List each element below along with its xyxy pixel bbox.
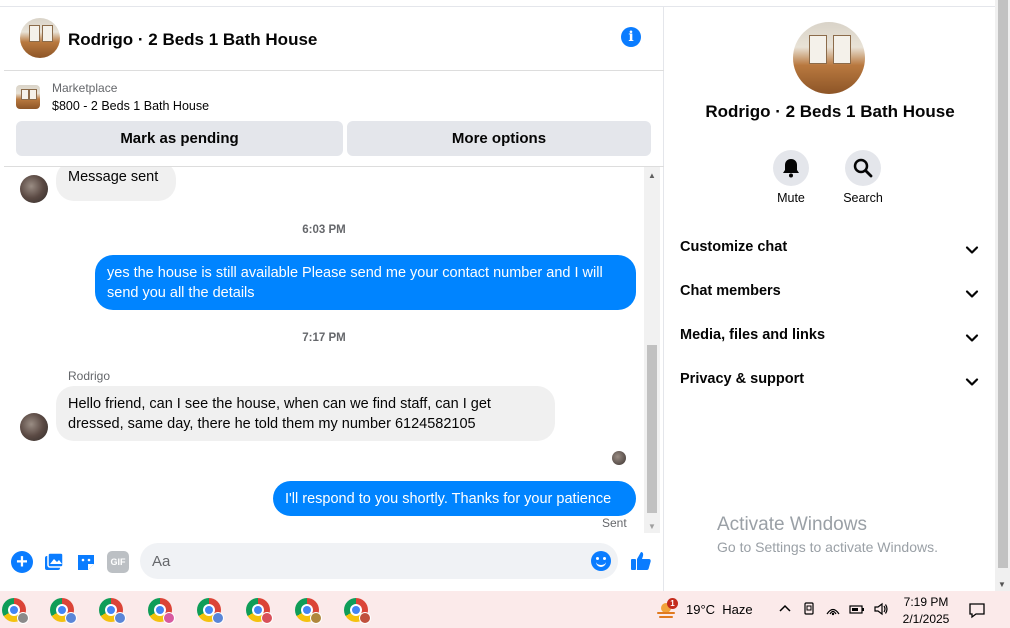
section-media-files-links[interactable]: Media, files and links xyxy=(680,327,980,351)
volume-icon[interactable] xyxy=(873,601,889,617)
profile-avatar[interactable] xyxy=(793,22,865,94)
sender-name: Rodrigo xyxy=(68,369,111,383)
message-list: Message sent 6:03 PM yes the house is st… xyxy=(4,167,644,533)
message-input[interactable] xyxy=(140,543,618,579)
window-scrollbar[interactable]: ▼ xyxy=(995,0,1010,591)
chrome-icon[interactable] xyxy=(295,598,322,624)
section-chat-members[interactable]: Chat members xyxy=(680,283,980,307)
scroll-down-icon[interactable]: ▼ xyxy=(998,580,1006,589)
chevron-up-icon[interactable] xyxy=(777,601,793,617)
gif-icon[interactable]: GIF xyxy=(107,551,129,573)
timestamp: 6:03 PM xyxy=(302,224,346,236)
system-clock[interactable]: 7:19 PM 2/1/2025 xyxy=(895,594,957,628)
section-customize-chat[interactable]: Customize chat xyxy=(680,239,980,263)
listing-avatar[interactable] xyxy=(20,18,60,58)
message-status: Sent xyxy=(602,516,627,530)
chrome-icon[interactable] xyxy=(99,598,126,624)
clock-time: 7:19 PM xyxy=(903,595,949,609)
chat-pane: Rodrigo · 2 Beds 1 Bath House i Marketpl… xyxy=(4,7,664,591)
chrome-icon[interactable] xyxy=(50,598,77,624)
search-label: Search xyxy=(843,191,883,205)
message-bubble-incoming: Hello friend, can I see the house, when … xyxy=(56,386,555,441)
mute-action[interactable]: Mute xyxy=(761,150,821,205)
chevron-down-icon xyxy=(965,290,979,298)
section-label: Media, files and links xyxy=(680,327,826,343)
sticker-icon[interactable] xyxy=(75,551,97,573)
battery-icon[interactable] xyxy=(849,601,865,617)
marketplace-banner: Marketplace $800 - 2 Beds 1 Bath House M… xyxy=(4,71,664,167)
seen-indicator-avatar xyxy=(612,451,626,465)
section-label: Privacy & support xyxy=(680,371,805,387)
chat-header: Rodrigo · 2 Beds 1 Bath House i xyxy=(4,7,664,71)
scroll-down-icon[interactable]: ▼ xyxy=(648,522,656,531)
wifi-icon[interactable] xyxy=(825,601,841,617)
timestamp: 7:17 PM xyxy=(302,332,346,344)
chrome-icon[interactable] xyxy=(148,598,175,624)
thumbs-up-icon[interactable] xyxy=(629,549,651,571)
search-icon[interactable] xyxy=(845,150,881,186)
taskbar: 1 19°C Haze 7:19 PM 2/1/2025 xyxy=(0,591,1010,628)
mark-as-pending-button[interactable]: Mark as pending xyxy=(16,121,343,156)
watermark-subtitle: Go to Settings to activate Windows. xyxy=(717,539,938,555)
conversation-info-pane: Rodrigo · 2 Beds 1 Bath House Mute Searc… xyxy=(665,7,995,591)
composer: + GIF xyxy=(4,537,664,587)
listing-thumbnail[interactable] xyxy=(16,85,40,109)
message-bubble-outgoing: I'll respond to you shortly. Thanks for … xyxy=(273,481,636,516)
bell-icon[interactable] xyxy=(773,150,809,186)
notification-icon[interactable] xyxy=(968,601,986,619)
scroll-thumb[interactable] xyxy=(647,345,657,513)
chrome-icon[interactable] xyxy=(197,598,224,624)
weather-badge: 1 xyxy=(667,598,678,609)
window-scroll-thumb[interactable] xyxy=(998,0,1008,568)
top-border xyxy=(0,0,995,7)
chrome-icon[interactable] xyxy=(344,598,371,624)
chevron-down-icon xyxy=(965,378,979,386)
plus-icon[interactable]: + xyxy=(11,551,33,573)
watermark-title: Activate Windows xyxy=(717,514,867,535)
info-icon[interactable]: i xyxy=(621,27,641,47)
section-label: Customize chat xyxy=(680,239,788,255)
meet-now-icon[interactable] xyxy=(801,601,817,617)
chevron-down-icon xyxy=(965,334,979,342)
message-bubble-outgoing: yes the house is still available Please … xyxy=(95,255,636,310)
search-action[interactable]: Search xyxy=(833,150,893,205)
info-title: Rodrigo · 2 Beds 1 Bath House xyxy=(705,102,955,121)
emoji-icon[interactable] xyxy=(591,551,611,571)
message-bubble-incoming: Message sent xyxy=(56,167,176,201)
clock-date: 2/1/2025 xyxy=(902,612,950,626)
weather-text[interactable]: 19°C Haze xyxy=(686,602,753,617)
chrome-icon[interactable] xyxy=(2,598,29,624)
more-options-button[interactable]: More options xyxy=(347,121,651,156)
listing-title[interactable]: $800 - 2 Beds 1 Bath House xyxy=(52,99,209,113)
activate-windows-watermark: Activate Windows Go to Settings to activ… xyxy=(717,514,938,555)
sender-avatar[interactable] xyxy=(20,175,48,203)
message-scrollbar[interactable]: ▲ ▼ xyxy=(644,167,660,533)
chevron-down-icon xyxy=(965,246,979,254)
marketplace-source: Marketplace xyxy=(52,81,118,95)
mute-label: Mute xyxy=(777,191,805,205)
section-label: Chat members xyxy=(680,283,781,299)
scroll-up-icon[interactable]: ▲ xyxy=(648,171,656,180)
chrome-icon[interactable] xyxy=(246,598,273,624)
sender-avatar[interactable] xyxy=(20,413,48,441)
photo-icon[interactable] xyxy=(43,551,65,573)
chat-title[interactable]: Rodrigo · 2 Beds 1 Bath House xyxy=(68,30,317,50)
section-privacy-support[interactable]: Privacy & support xyxy=(680,371,980,395)
